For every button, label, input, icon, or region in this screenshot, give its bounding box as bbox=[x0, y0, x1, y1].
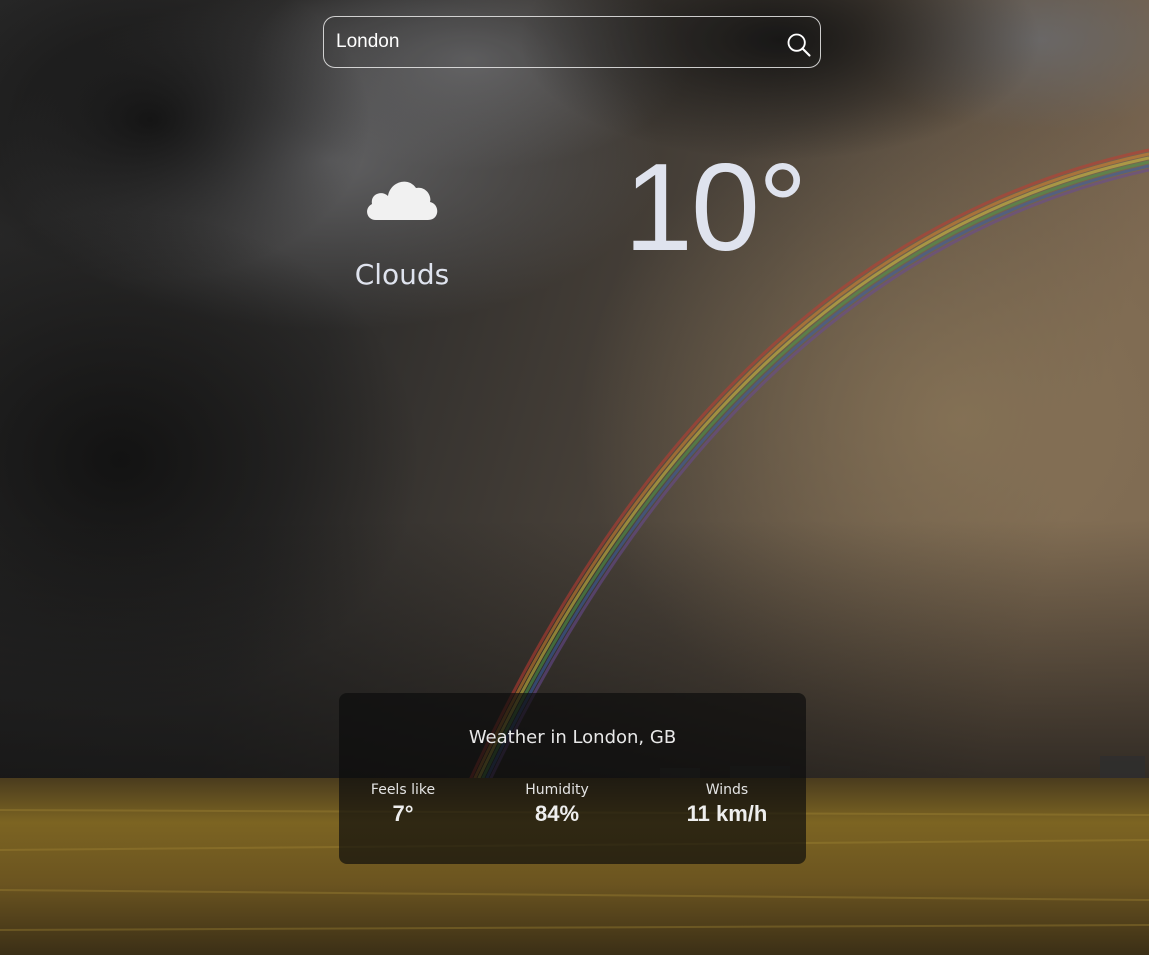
city-search-bar bbox=[323, 16, 821, 68]
city-search-input[interactable] bbox=[336, 17, 776, 67]
humidity-value: 84% bbox=[534, 801, 580, 826]
current-temperature: 10° bbox=[624, 139, 808, 277]
winds-label: Winds bbox=[705, 782, 749, 798]
feels-like-stat: Feels like 7° bbox=[333, 781, 473, 829]
weather-details-card: Weather in London, GB Feels like 7° Humi… bbox=[339, 693, 806, 864]
feels-like-value: 7° bbox=[392, 801, 414, 826]
search-icon[interactable] bbox=[785, 31, 813, 59]
weather-app: Clouds 10° Weather in London, GB Feels l… bbox=[0, 0, 1149, 955]
feels-like-label: Feels like bbox=[370, 782, 436, 798]
weather-condition: Clouds bbox=[354, 258, 450, 291]
cloud-icon bbox=[367, 181, 438, 220]
winds-stat: Winds 11 km/h bbox=[657, 781, 797, 829]
humidity-stat: Humidity 84% bbox=[487, 781, 627, 829]
humidity-label: Humidity bbox=[525, 782, 589, 798]
winds-value: 11 km/h bbox=[686, 801, 768, 826]
location-title: Weather in London, GB bbox=[468, 727, 677, 748]
